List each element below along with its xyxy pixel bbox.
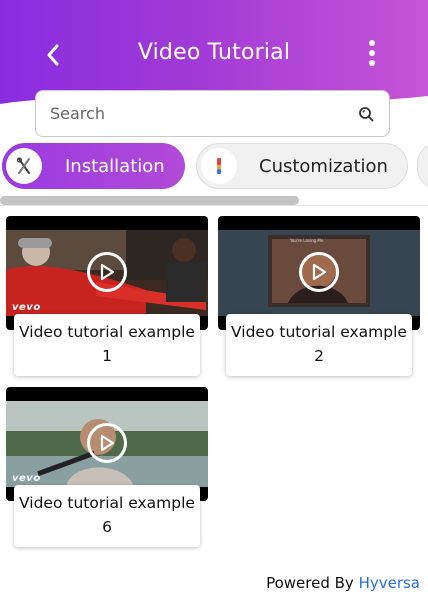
play-icon[interactable] <box>299 252 339 292</box>
video-thumbnail[interactable]: vevo <box>6 387 208 501</box>
video-title-text: Video tutorial example <box>19 494 195 512</box>
video-number: 1 <box>102 347 112 365</box>
kebab-dot <box>369 40 375 46</box>
kebab-dot <box>369 60 375 66</box>
paintbrush-icon <box>201 148 237 184</box>
powered-by: Powered By Hyversa <box>266 574 420 592</box>
video-title: Video tutorial example 6 <box>14 485 200 547</box>
tab-label: Installation <box>65 155 165 177</box>
powered-by-text: Powered By <box>266 574 354 592</box>
video-title: Video tutorial example 1 <box>14 314 200 376</box>
video-thumbnail[interactable]: You're Losing Me <box>218 216 420 330</box>
kebab-dot <box>369 50 375 56</box>
search-icon[interactable] <box>357 105 375 123</box>
tab-installation[interactable]: Installation <box>2 143 185 189</box>
vevo-watermark: vevo <box>12 473 41 484</box>
video-title-text: Video tutorial example <box>231 323 407 341</box>
svg-text:You're Losing Me: You're Losing Me <box>289 238 324 243</box>
scrollbar-thumb[interactable] <box>0 196 299 205</box>
play-icon[interactable] <box>87 423 127 463</box>
play-icon[interactable] <box>87 252 127 292</box>
tab-customization[interactable]: Customization <box>196 143 408 189</box>
tab-label: Customization <box>259 155 388 177</box>
more-options-button[interactable] <box>360 36 384 70</box>
brand-link[interactable]: Hyversa <box>359 574 420 592</box>
search-box <box>35 90 390 137</box>
divider <box>0 205 428 206</box>
video-title: Video tutorial example 2 <box>226 314 412 376</box>
video-title-text: Video tutorial example <box>19 323 195 341</box>
video-thumbnail[interactable]: vevo <box>6 216 208 330</box>
category-tabs: Installation Customization <box>0 143 428 191</box>
video-number: 6 <box>102 518 112 536</box>
tab-more[interactable] <box>417 143 428 189</box>
video-number: 2 <box>314 347 324 365</box>
vevo-watermark: vevo <box>12 302 41 313</box>
search-input[interactable] <box>50 104 357 123</box>
tools-icon <box>6 148 42 184</box>
